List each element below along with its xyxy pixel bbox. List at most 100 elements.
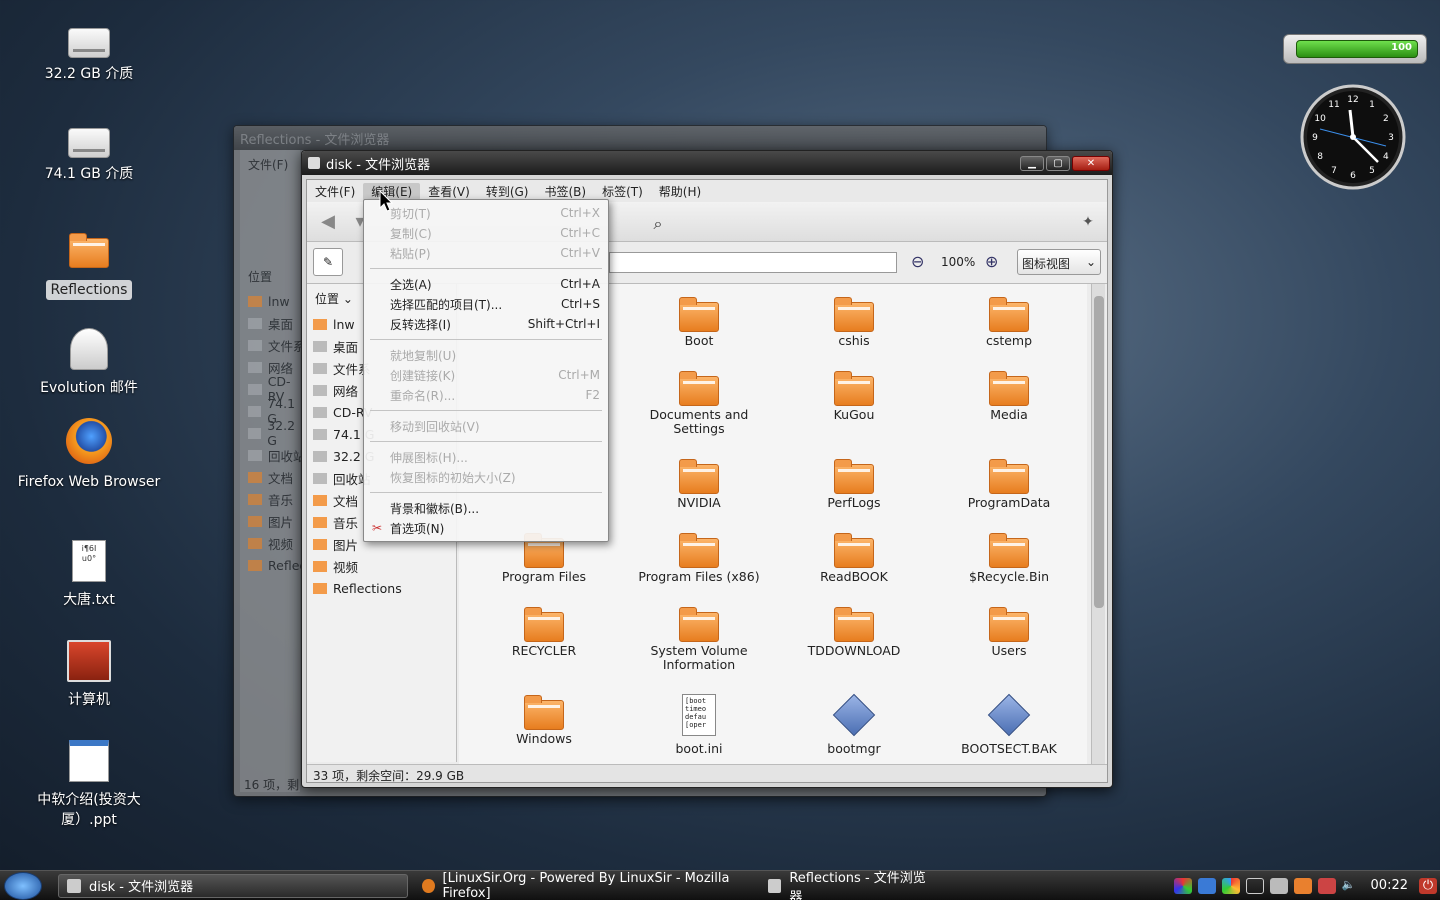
bg-sidebar-item-label: 回收站: [268, 448, 306, 464]
zoom-out-icon[interactable]: ⊖: [911, 252, 924, 271]
menu-4[interactable]: 书签(B): [536, 183, 594, 200]
bg-sidebar-item[interactable]: 视频: [242, 532, 306, 554]
tray-app-icon[interactable]: [1173, 877, 1192, 894]
file-item[interactable]: Users: [934, 602, 1084, 658]
edit-menu-item[interactable]: 剪切(T) Ctrl+X: [364, 203, 608, 223]
tray-app-icon-3[interactable]: [1221, 877, 1240, 894]
menu-2[interactable]: 查看(V): [420, 183, 478, 200]
screen-icon[interactable]: [1317, 877, 1336, 894]
desktop-icon-folder[interactable]: Reflections: [14, 228, 164, 300]
file-item[interactable]: cstemp: [934, 292, 1084, 348]
start-button[interactable]: [4, 871, 42, 900]
file-item[interactable]: NVIDIA: [624, 454, 774, 510]
volume-icon[interactable]: 🔈: [1342, 878, 1360, 894]
edit-menu-item[interactable]: 复制(C) Ctrl+C: [364, 223, 608, 243]
file-item[interactable]: PerfLogs: [779, 454, 929, 510]
edit-menu-item[interactable]: 粘贴(P) Ctrl+V: [364, 243, 608, 263]
file-item[interactable]: [boot timeo defau [oper boot.ini: [624, 690, 774, 756]
drive-icon[interactable]: [1269, 877, 1288, 894]
file-item[interactable]: RECYCLER: [469, 602, 619, 658]
file-item[interactable]: ProgramData: [934, 454, 1084, 510]
edit-menu-item[interactable]: 移动到回收站(V): [364, 416, 608, 436]
desktop-icon-drive[interactable]: 74.1 GB 介质: [14, 128, 164, 184]
desktop-icon-drive[interactable]: 32.2 GB 介质: [14, 28, 164, 84]
file-item[interactable]: ReadBOOK: [779, 528, 929, 584]
back-icon[interactable]: ◀: [315, 210, 341, 234]
file-item[interactable]: Documents and Settings: [624, 366, 774, 436]
bg-sidebar-item[interactable]: Reflec: [242, 554, 306, 576]
location-input[interactable]: [609, 252, 897, 273]
scrollbar[interactable]: [1091, 284, 1105, 764]
bg-sidebar-item[interactable]: 音乐: [242, 488, 306, 510]
maximize-button[interactable]: ▢: [1046, 155, 1070, 171]
file-item[interactable]: KuGou: [779, 366, 929, 422]
reflections-titlebar[interactable]: Reflections - 文件浏览器: [234, 126, 1046, 150]
file-item[interactable]: BOOTSECT.BAK: [934, 690, 1084, 756]
taskbar-item[interactable]: Reflections - 文件浏览器: [760, 871, 940, 900]
recycle-icon[interactable]: [1293, 877, 1312, 894]
desktop-icon-firefox[interactable]: Firefox Web Browser: [14, 418, 164, 492]
menu-0[interactable]: 文件(F): [307, 183, 363, 200]
bg-sidebar-item[interactable]: 文件系: [242, 334, 306, 356]
reflections-status: 16 项，剩: [244, 778, 300, 792]
sidebar-item[interactable]: Reflections: [307, 577, 456, 599]
bg-sidebar-item-label: 音乐: [268, 492, 294, 508]
bg-sidebar-item[interactable]: 回收站: [242, 444, 306, 466]
edit-menu-item-shortcut: F2: [585, 388, 600, 402]
edit-menu-item[interactable]: 重命名(R)... F2: [364, 385, 608, 405]
edit-menu-item[interactable]: 就地复制(U): [364, 345, 608, 365]
sidebar-item[interactable]: 视频: [307, 555, 456, 577]
reflections-places-label[interactable]: 位置: [248, 268, 272, 285]
search-icon[interactable]: ⌕: [645, 212, 671, 236]
edit-menu-item-label: 剪切(T): [390, 206, 431, 221]
file-name: ProgramData: [967, 495, 1051, 510]
desktop-icon-mail[interactable]: Evolution 邮件: [14, 328, 164, 398]
disk-titlebar[interactable]: disk - 文件浏览器 ▁ ▢ ✕: [302, 151, 1112, 175]
computer-icon: [67, 640, 111, 682]
power-icon[interactable]: ⏻: [1419, 877, 1437, 894]
reflections-menu-file[interactable]: 文件(F): [240, 150, 300, 179]
edit-menu-item[interactable]: 选择匹配的项目(T)... Ctrl+S: [364, 294, 608, 314]
desktop-icon-computer[interactable]: 计算机: [14, 640, 164, 710]
desktop-icon-ppt[interactable]: 中软介绍(投资大厦）.ppt: [14, 740, 164, 830]
bg-sidebar-item[interactable]: lnw: [242, 290, 306, 312]
bg-sidebar-item[interactable]: 桌面: [242, 312, 306, 334]
zoom-in-icon[interactable]: ⊕: [985, 252, 998, 271]
edit-menu-item[interactable]: 创建链接(K) Ctrl+M: [364, 365, 608, 385]
file-item[interactable]: Boot: [624, 292, 774, 348]
view-mode-select[interactable]: 图标视图 ⌄: [1017, 249, 1101, 275]
scrollbar-thumb[interactable]: [1094, 296, 1104, 608]
file-item[interactable]: $Recycle.Bin: [934, 528, 1084, 584]
edit-menu-item[interactable]: ✂ 首选项(N): [364, 518, 608, 538]
file-item[interactable]: Program Files (x86): [624, 528, 774, 584]
taskbar-item[interactable]: disk - 文件浏览器: [58, 873, 408, 898]
window-icon[interactable]: [1245, 877, 1264, 894]
edit-menu-item[interactable]: 伸展图标(H)...: [364, 447, 608, 467]
menu-5[interactable]: 标签(T): [594, 183, 651, 200]
edit-location-icon[interactable]: ✎: [313, 248, 343, 276]
close-button[interactable]: ✕: [1072, 155, 1110, 171]
file-item[interactable]: Windows: [469, 690, 619, 746]
file-item[interactable]: cshis: [779, 292, 929, 348]
edit-menu-item[interactable]: 恢复图标的初始大小(Z): [364, 467, 608, 487]
file-item[interactable]: System Volume Information: [624, 602, 774, 672]
menu-6[interactable]: 帮助(H): [651, 183, 709, 200]
clock-time[interactable]: 00:22: [1371, 878, 1408, 894]
bg-sidebar-item[interactable]: 文档: [242, 466, 306, 488]
tray-app-icon-2[interactable]: [1197, 877, 1216, 894]
desktop-icon-label: 计算机: [68, 692, 110, 708]
bg-sidebar-item[interactable]: 图片: [242, 510, 306, 532]
minimize-button[interactable]: ▁: [1020, 155, 1044, 171]
file-item[interactable]: Media: [934, 366, 1084, 422]
file-item[interactable]: TDDOWNLOAD: [779, 602, 929, 658]
edit-menu-item[interactable]: 反转选择(I) Shift+Ctrl+I: [364, 314, 608, 334]
bg-sidebar-item[interactable]: 32.2 G: [242, 418, 306, 448]
taskbar-item[interactable]: [LinuxSir.Org - Powered By LinuxSir - Mo…: [414, 871, 754, 900]
edit-menu-item[interactable]: 背景和徽标(B)...: [364, 498, 608, 518]
edit-menu-item[interactable]: 全选(A) Ctrl+A: [364, 274, 608, 294]
desktop-icon-text[interactable]: i¶6I u0° 大唐.txt: [14, 540, 164, 610]
folder-icon: [989, 607, 1029, 642]
menu-3[interactable]: 转到(G): [478, 183, 537, 200]
file-item[interactable]: bootmgr: [779, 690, 929, 756]
edit-menu-item-shortcut: Ctrl+X: [560, 206, 600, 220]
